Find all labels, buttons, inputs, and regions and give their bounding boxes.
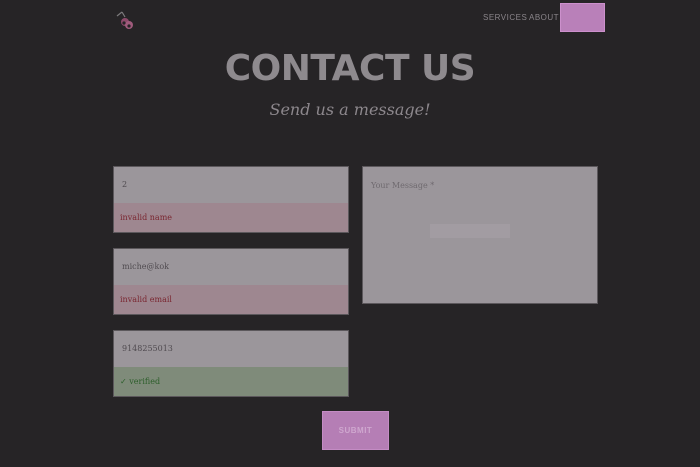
email-field-group: miche@kok invalid email [113, 248, 349, 315]
phone-verified-message: ✓ verified [114, 367, 348, 396]
email-input[interactable]: miche@kok [114, 249, 348, 285]
message-placeholder: Your Message * [371, 181, 435, 190]
nav-cta-button[interactable] [560, 3, 605, 32]
page-title: CONTACT US [224, 48, 476, 89]
name-input[interactable]: 2 [114, 167, 348, 203]
nav-link-services[interactable]: SERVICES [483, 13, 527, 22]
message-tooltip [430, 224, 510, 238]
name-error-message: invalid name [114, 203, 348, 232]
logo-icon[interactable] [113, 8, 137, 32]
phone-field-group: 9148255013 ✓ verified [113, 330, 349, 397]
page-subtitle: Send us a message! [269, 100, 431, 119]
name-field-group: 2 invalid name [113, 166, 349, 233]
submit-button[interactable]: SUBMIT [322, 411, 389, 450]
phone-input[interactable]: 9148255013 [114, 331, 348, 367]
email-error-message: invalid email [114, 285, 348, 314]
nav-link-about[interactable]: ABOUT [529, 13, 559, 22]
